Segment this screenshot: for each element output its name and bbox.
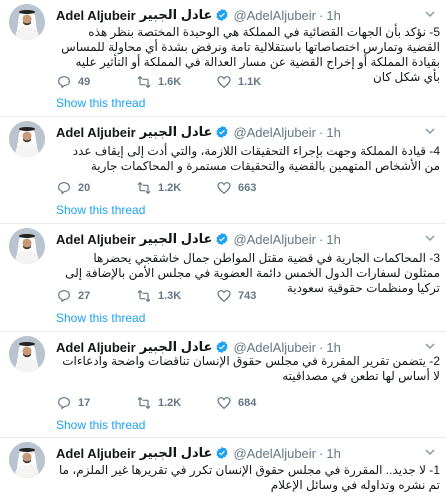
like-count: 684: [238, 397, 257, 409]
tweet-header: Adel Aljubeir عادل الجبير @AdelAljubeir …: [56, 230, 341, 248]
show-thread-link[interactable]: Show this thread: [56, 311, 145, 325]
tweet-actions: 27 1.3K 743: [56, 288, 296, 304]
tweet-header: Adel Aljubeir عادل الجبير @AdelAljubeir …: [56, 123, 341, 141]
author-name[interactable]: Adel Aljubeir: [56, 446, 136, 461]
tweet-text: 2- يتضمن تقرير المقررة في مجلس حقوق الإن…: [62, 354, 440, 383]
reply-count: 27: [78, 290, 91, 302]
timeline: Adel Aljubeir عادل الجبير @AdelAljubeir …: [0, 0, 446, 500]
separator-dot: ·: [319, 124, 324, 140]
separator-dot: ·: [319, 231, 324, 247]
chevron-down-icon[interactable]: [424, 8, 436, 20]
chevron-down-icon[interactable]: [424, 125, 436, 137]
separator-dot: ·: [319, 445, 324, 461]
retweet-icon: [137, 75, 151, 89]
like-button[interactable]: 743: [216, 288, 296, 304]
tweet-actions: 49 1.6K 1.1K: [56, 74, 296, 90]
author-arabic-name[interactable]: عادل الجبير: [140, 231, 213, 247]
retweet-icon: [137, 181, 151, 195]
tweet-header: Adel Aljubeir عادل الجبير @AdelAljubeir …: [56, 6, 341, 24]
tweet-text: 1- لا جديد.. المقررة في مجلس حقوق الإنسا…: [59, 463, 440, 492]
verified-icon: [216, 125, 228, 139]
reply-button[interactable]: 20: [56, 180, 136, 196]
verified-icon: [216, 340, 228, 354]
author-name[interactable]: Adel Aljubeir: [56, 340, 136, 355]
like-count: 743: [238, 290, 257, 302]
author-handle[interactable]: @AdelAljubeir: [233, 125, 316, 140]
retweet-count: 1.6K: [158, 76, 182, 88]
retweet-button[interactable]: 1.6K: [136, 74, 216, 90]
chevron-down-icon[interactable]: [424, 232, 436, 244]
retweet-icon: [137, 289, 151, 303]
tweet[interactable]: Adel Aljubeir عادل الجبير @AdelAljubeir …: [0, 438, 446, 500]
reply-icon: [58, 290, 70, 303]
avatar[interactable]: [9, 336, 45, 372]
separator-dot: ·: [319, 339, 324, 355]
tweet-text: 4- قيادة المملكة وجهت بإجراء التحقيقات ا…: [72, 144, 440, 173]
show-thread-link[interactable]: Show this thread: [56, 203, 145, 217]
reply-button[interactable]: 17: [56, 395, 136, 411]
like-count: 663: [238, 182, 257, 194]
like-button[interactable]: 684: [216, 395, 296, 411]
timestamp[interactable]: 1h: [326, 232, 340, 247]
avatar[interactable]: [9, 121, 45, 157]
author-name[interactable]: Adel Aljubeir: [56, 232, 136, 247]
chevron-down-icon[interactable]: [424, 340, 436, 352]
avatar[interactable]: [9, 4, 45, 40]
author-handle[interactable]: @AdelAljubeir: [233, 340, 316, 355]
author-handle[interactable]: @AdelAljubeir: [233, 446, 316, 461]
show-thread-link[interactable]: Show this thread: [56, 418, 145, 432]
verified-icon: [216, 8, 228, 22]
reply-count: 49: [78, 76, 91, 88]
reply-count: 20: [78, 182, 91, 194]
reply-count: 17: [78, 397, 91, 409]
retweet-button[interactable]: 1.3K: [136, 288, 216, 304]
chevron-down-icon[interactable]: [424, 446, 436, 458]
author-name[interactable]: Adel Aljubeir: [56, 8, 136, 23]
like-button[interactable]: 1.1K: [216, 74, 296, 90]
timestamp[interactable]: 1h: [326, 8, 340, 23]
reply-icon: [58, 182, 70, 195]
heart-icon: [217, 397, 231, 410]
verified-icon: [216, 232, 228, 246]
avatar[interactable]: [9, 228, 45, 264]
show-thread-link[interactable]: Show this thread: [56, 96, 145, 110]
author-handle[interactable]: @AdelAljubeir: [233, 8, 316, 23]
retweet-count: 1.3K: [158, 290, 182, 302]
retweet-button[interactable]: 1.2K: [136, 180, 216, 196]
reply-button[interactable]: 27: [56, 288, 136, 304]
heart-icon: [217, 182, 231, 195]
reply-icon: [58, 397, 70, 410]
reply-icon: [58, 76, 70, 89]
timestamp[interactable]: 1h: [326, 340, 340, 355]
retweet-count: 1.2K: [158, 182, 182, 194]
verified-icon: [216, 446, 228, 460]
author-handle[interactable]: @AdelAljubeir: [233, 232, 316, 247]
tweet[interactable]: Adel Aljubeir عادل الجبير @AdelAljubeir …: [0, 224, 446, 332]
timestamp[interactable]: 1h: [326, 125, 340, 140]
like-button[interactable]: 663: [216, 180, 296, 196]
like-count: 1.1K: [238, 76, 262, 88]
author-name[interactable]: Adel Aljubeir: [56, 125, 136, 140]
author-arabic-name[interactable]: عادل الجبير: [140, 339, 213, 355]
avatar[interactable]: [9, 442, 45, 478]
heart-icon: [217, 290, 231, 303]
tweet[interactable]: Adel Aljubeir عادل الجبير @AdelAljubeir …: [0, 0, 446, 117]
tweet[interactable]: Adel Aljubeir عادل الجبير @AdelAljubeir …: [0, 332, 446, 438]
tweet-header: Adel Aljubeir عادل الجبير @AdelAljubeir …: [56, 444, 341, 462]
reply-button[interactable]: 49: [56, 74, 136, 90]
author-arabic-name[interactable]: عادل الجبير: [140, 445, 213, 461]
timestamp[interactable]: 1h: [326, 446, 340, 461]
tweet-actions: 17 1.2K 684: [56, 395, 296, 411]
author-arabic-name[interactable]: عادل الجبير: [140, 124, 213, 140]
retweet-button[interactable]: 1.2K: [136, 395, 216, 411]
tweet-actions: 20 1.2K 663: [56, 180, 296, 196]
heart-icon: [217, 76, 231, 89]
tweet[interactable]: Adel Aljubeir عادل الجبير @AdelAljubeir …: [0, 117, 446, 224]
author-arabic-name[interactable]: عادل الجبير: [140, 7, 213, 23]
retweet-count: 1.2K: [158, 397, 182, 409]
separator-dot: ·: [319, 7, 324, 23]
retweet-icon: [137, 396, 151, 410]
